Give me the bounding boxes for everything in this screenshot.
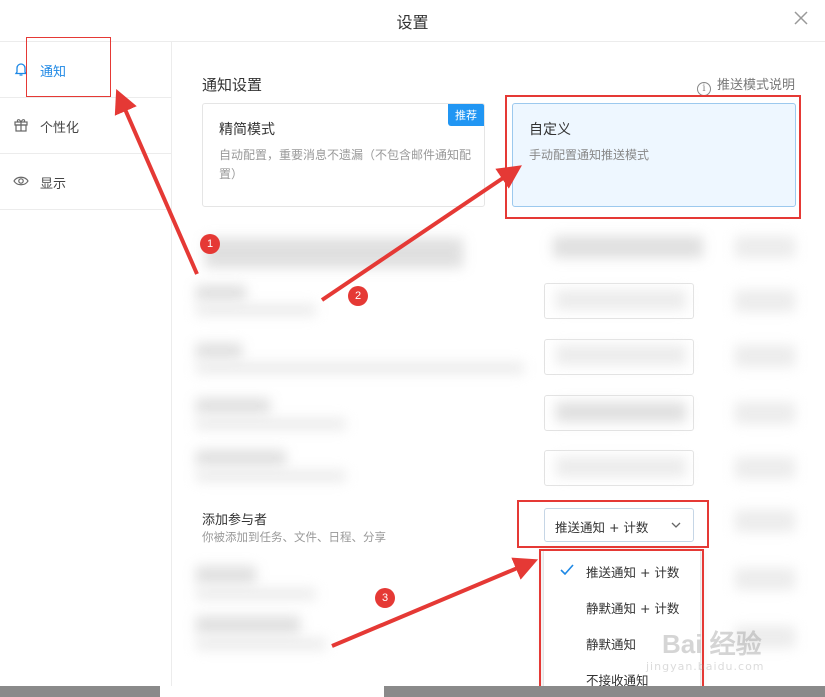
blurred-cell <box>735 510 795 532</box>
blurred-cell <box>735 457 795 479</box>
sidebar-item-label: 显示 <box>40 177 67 192</box>
annotation-number-2: 2 <box>348 286 368 306</box>
blurred-row-label <box>196 616 300 634</box>
blurred-select-text <box>556 457 686 477</box>
blurred-cell <box>735 290 795 312</box>
add-participant-description: 你被添加到任务、文件、日程、分享 <box>202 530 386 544</box>
sidebar-item-personalize[interactable]: 个性化 <box>0 98 172 154</box>
watermark-url: jingyan.baidu.com <box>646 660 765 673</box>
blurred-row-label <box>196 343 242 359</box>
blurred-row-desc <box>196 304 316 316</box>
settings-sidebar: 通知 个性化 显示 <box>0 42 172 697</box>
blurred-row-label <box>196 450 286 466</box>
close-icon[interactable] <box>791 8 811 28</box>
blurred-row-label <box>205 238 463 268</box>
bottom-strip-gap <box>160 686 384 697</box>
annotation-box-notify <box>26 37 111 97</box>
bottom-strip <box>0 686 825 697</box>
blurred-cell <box>735 402 795 424</box>
gift-icon <box>14 119 28 132</box>
blurred-row-desc <box>196 470 346 482</box>
eye-icon <box>13 176 29 186</box>
blurred-row-label <box>196 566 256 584</box>
blurred-cell <box>735 568 795 590</box>
watermark-brand: Bai 经验 <box>662 629 762 659</box>
annotation-box-custom <box>505 95 801 219</box>
annotation-number-1: 1 <box>200 234 220 254</box>
add-participant-title: 添加参与者 <box>202 513 268 528</box>
blurred-row-desc <box>196 362 524 374</box>
mode-description: 自动配置，重要消息不遗漏（不包含邮件通知配置） <box>219 148 472 181</box>
dialog-title: 设置 <box>396 13 429 32</box>
blurred-cell <box>735 236 795 258</box>
baidu-watermark: Bai 经验 jingyan.baidu.com <box>632 620 822 690</box>
blurred-cell <box>735 345 795 367</box>
mode-title: 精简模式 <box>219 122 275 138</box>
help-label: 推送模式说明 <box>716 78 795 93</box>
info-icon: i <box>696 82 711 96</box>
blurred-row-desc <box>196 638 326 650</box>
annotation-box-select <box>517 500 709 548</box>
sidebar-item-display[interactable]: 显示 <box>0 154 172 210</box>
sidebar-item-label: 个性化 <box>40 121 80 136</box>
push-mode-help-link[interactable]: i 推送模式说明 <box>696 74 795 96</box>
blurred-select-text <box>556 345 686 365</box>
arrow-3 <box>331 557 539 648</box>
mode-card-simple[interactable]: 精简模式 自动配置，重要消息不遗漏（不包含邮件通知配置） 推荐 <box>202 103 485 207</box>
recommended-badge: 推荐 <box>448 104 484 126</box>
blurred-row-label <box>196 398 270 414</box>
blurred-row-desc <box>196 588 316 600</box>
blurred-select <box>553 236 703 258</box>
blurred-row-label <box>196 285 246 301</box>
blurred-row-desc <box>196 418 346 430</box>
annotation-number-3: 3 <box>375 588 395 608</box>
blurred-select-text <box>556 402 686 422</box>
settings-dialog: 设置 通知 个性化 显示 通知设置 i 推送模式说明 精简模式 自动配置，重要消… <box>0 0 825 697</box>
dialog-header: 设置 <box>0 0 825 42</box>
section-title: 通知设置 <box>202 76 263 94</box>
blurred-select-text <box>556 290 686 310</box>
